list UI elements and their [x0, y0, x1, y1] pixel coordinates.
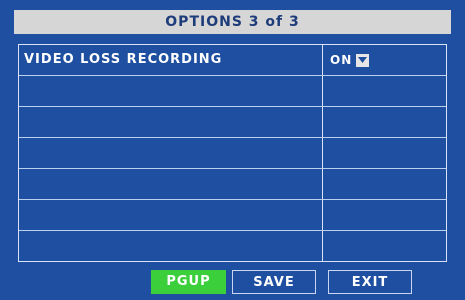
options-screen: OPTIONS 3 of 3 VIDEO LOSS RECORDING ON P…	[0, 0, 465, 300]
empty-row	[19, 231, 446, 262]
page-title: OPTIONS 3 of 3	[14, 10, 451, 34]
empty-row	[19, 76, 446, 107]
empty-row	[19, 169, 446, 200]
empty-row	[19, 200, 446, 231]
video-loss-recording-value: ON	[330, 53, 353, 67]
empty-row	[19, 107, 446, 138]
empty-row	[19, 138, 446, 169]
chevron-down-icon[interactable]	[356, 53, 370, 67]
save-button[interactable]: SAVE	[232, 270, 316, 294]
pgup-button[interactable]: PGUP	[151, 270, 226, 294]
option-row-video-loss-recording: VIDEO LOSS RECORDING ON	[19, 45, 446, 76]
option-label-video-loss-recording: VIDEO LOSS RECORDING	[24, 52, 223, 67]
button-bar: PGUP SAVE EXIT	[0, 262, 465, 300]
options-grid: VIDEO LOSS RECORDING ON	[18, 44, 447, 262]
video-loss-recording-select[interactable]: ON	[330, 52, 370, 68]
exit-button[interactable]: EXIT	[328, 270, 412, 294]
